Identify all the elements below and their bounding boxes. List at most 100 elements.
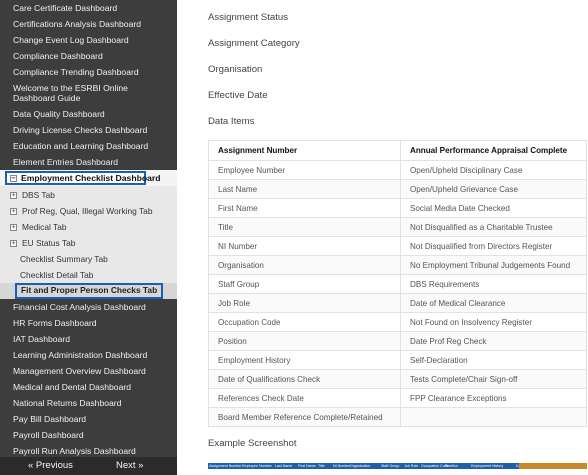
sidebar-item[interactable]: Compliance Trending Dashboard [0, 67, 177, 77]
table-cell: NI Number [208, 236, 401, 256]
table-cell: Organisation [208, 255, 401, 275]
subtab-label: EU Status Tab [22, 238, 76, 248]
example-column-label: Last Name [275, 464, 293, 468]
sidebar-item-employment-checklist[interactable]: − Employment Checklist Dashboard [0, 170, 177, 186]
sidebar-item[interactable]: Certifications Analysis Dashboard [0, 19, 177, 29]
table-cell: Date Prof Reg Check [400, 331, 587, 351]
example-screenshot-image: Assignment Number Employee Number Last Nam… [208, 463, 587, 475]
example-column-label: Job Role [404, 464, 419, 468]
subtab-item[interactable]: + Prof Reg, Qual, Illegal Working Tab [0, 206, 177, 216]
subtab-label: DBS Tab [22, 190, 55, 200]
dashboard-sidebar: Care Certificate Dashboard Certifications… [0, 0, 177, 475]
table-row: Employment History Self-Declaration [208, 350, 587, 370]
sidebar-item[interactable]: Learning Administration Dashboard [0, 350, 177, 360]
table-row: Last Name Open/Upheld Grievance Case [208, 179, 587, 199]
expand-icon[interactable]: + [10, 224, 17, 231]
column-header: Annual Performance Appraisal Complete [400, 140, 587, 161]
sidebar-item[interactable]: Welcome to the ESRBI Online Dashboard Gu… [0, 83, 160, 103]
table-row: References Check Date FPP Clearance Excep… [208, 388, 587, 408]
heading-effective-date: Effective Date [208, 90, 268, 101]
pager: « Previous Next » [0, 457, 177, 475]
subtab-fit-and-proper-person-checks[interactable]: Fit and Proper Person Checks Tab [0, 283, 177, 299]
table-row: First Name Social Media Date Checked [208, 198, 587, 218]
sidebar-item[interactable]: Care Certificate Dashboard [0, 3, 177, 13]
table-row: Title Not Disqualified as a Charitable Tr… [208, 217, 587, 237]
example-column-label: NI Number [333, 464, 351, 468]
table-cell: No Employment Tribunal Judgements Found [400, 255, 587, 275]
heading-assignment-status: Assignment Status [208, 12, 288, 23]
subtab-item[interactable]: + Medical Tab [0, 222, 177, 232]
sidebar-item[interactable]: HR Forms Dashboard [0, 318, 177, 328]
table-cell: Board Member Reference Complete/Retained [208, 407, 401, 427]
sidebar-item[interactable]: Payroll Run Analysis Dashboard [0, 446, 177, 456]
selected-subtab-label[interactable]: Fit and Proper Person Checks Tab [15, 283, 163, 299]
heading-assignment-category: Assignment Category [208, 38, 300, 49]
table-cell: First Name [208, 198, 401, 218]
sidebar-item[interactable]: Education and Learning Dashboard [0, 141, 177, 151]
data-items-table: Assignment Number Annual Performance App… [208, 140, 587, 427]
heading-data-items: Data Items [208, 116, 255, 127]
table-row: Organisation No Employment Tribunal Judge… [208, 255, 587, 275]
collapse-icon[interactable]: − [10, 175, 17, 182]
example-column-label: Organisation [350, 464, 371, 468]
sidebar-item[interactable]: Element Entries Dashboard [0, 157, 177, 167]
next-link[interactable]: Next » [116, 460, 143, 471]
sidebar-item[interactable]: Payroll Dashboard [0, 430, 177, 440]
expand-icon[interactable]: + [10, 240, 17, 247]
table-cell: References Check Date [208, 388, 401, 408]
sidebar-item[interactable]: Medical and Dental Dashboard [0, 382, 177, 392]
table-cell: Open/Upheld Grievance Case [400, 179, 587, 199]
subtab-item[interactable]: Checklist Summary Tab [0, 254, 177, 264]
table-cell: Date of Medical Clearance [400, 293, 587, 313]
expand-icon[interactable]: + [10, 208, 17, 215]
table-cell: Self-Declaration [400, 350, 587, 370]
subtab-item[interactable]: + DBS Tab [0, 190, 177, 200]
table-row: Job Role Date of Medical Clearance [208, 293, 587, 313]
table-cell: Employment History [208, 350, 401, 370]
example-first-row [208, 469, 587, 475]
table-cell: Staff Group [208, 274, 401, 294]
table-row: Occupation Code Not Found on Insolvency R… [208, 312, 587, 332]
table-cell: Tests Complete/Chair Sign-off [400, 369, 587, 389]
table-cell: Date of Qualifications Check [208, 369, 401, 389]
sidebar-item[interactable]: IAT Dashboard [0, 334, 177, 344]
previous-link[interactable]: « Previous [28, 460, 73, 471]
subtab-item[interactable]: + EU Status Tab [0, 238, 177, 248]
subtab-label: Checklist Summary Tab [20, 254, 108, 264]
example-column-label: Position [445, 464, 458, 468]
table-cell: Title [208, 217, 401, 237]
subtab-label: Medical Tab [22, 222, 67, 232]
sidebar-item[interactable]: National Returns Dashboard [0, 398, 177, 408]
table-row: Staff Group DBS Requirements [208, 274, 587, 294]
table-cell: Last Name [208, 179, 401, 199]
example-column-label: Employee Number [242, 464, 272, 468]
table-cell: Occupation Code [208, 312, 401, 332]
sidebar-item[interactable]: Driving License Checks Dashboard [0, 125, 177, 135]
table-row: Date of Qualifications Check Tests Comple… [208, 369, 587, 389]
table-cell: Not Disqualified from Directors Register [400, 236, 587, 256]
heading-organisation: Organisation [208, 64, 263, 75]
sidebar-item[interactable]: Management Overview Dashboard [0, 366, 177, 376]
table-cell: Social Media Date Checked [400, 198, 587, 218]
subtab-item[interactable]: Checklist Detail Tab [0, 270, 177, 280]
expanded-item-label[interactable]: − Employment Checklist Dashboard [5, 171, 160, 185]
sidebar-item[interactable]: Compliance Dashboard [0, 51, 177, 61]
heading-example-screenshot: Example Screenshot [208, 438, 297, 449]
subtab-label: Checklist Detail Tab [20, 270, 94, 280]
column-header: Assignment Number [208, 140, 401, 161]
table-cell: Not Disqualified as a Charitable Trustee [400, 217, 587, 237]
table-cell: FPP Clearance Exceptions [400, 388, 587, 408]
table-cell: Job Role [208, 293, 401, 313]
example-column-label: Employment History [471, 464, 504, 468]
sidebar-item[interactable]: Change Event Log Dashboard [0, 35, 177, 45]
table-cell: Not Found on Insolvency Register [400, 312, 587, 332]
sidebar-item[interactable]: Financial Cost Analysis Dashboard [0, 302, 177, 312]
sidebar-item[interactable]: Data Quality Dashboard [0, 109, 177, 119]
table-row: NI Number Not Disqualified from Directors… [208, 236, 587, 256]
table-header-row: Assignment Number Annual Performance App… [208, 140, 587, 161]
table-row: Board Member Reference Complete/Retained [208, 407, 587, 427]
expand-icon[interactable]: + [10, 192, 17, 199]
sidebar-item[interactable]: Pay Bill Dashboard [0, 414, 177, 424]
table-row: Position Date Prof Reg Check [208, 331, 587, 351]
table-cell: Open/Upheld Disciplinary Case [400, 160, 587, 180]
